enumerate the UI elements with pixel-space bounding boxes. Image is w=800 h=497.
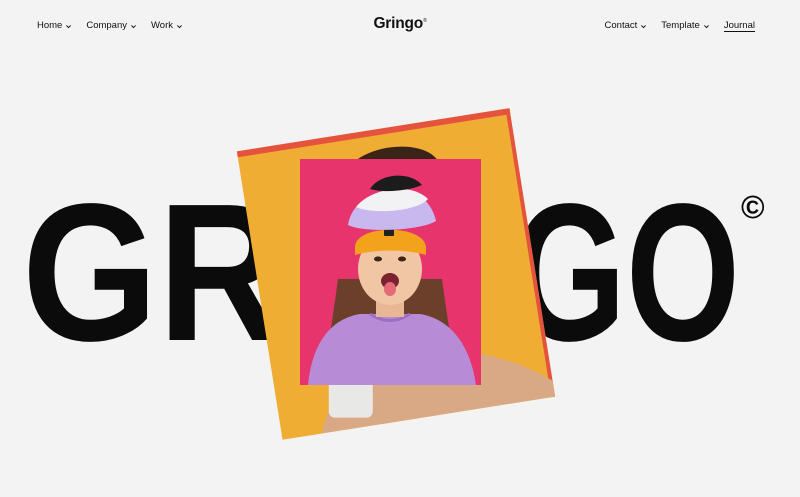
chevron-down-icon [703, 24, 709, 28]
nav-item-template-label: Template [661, 20, 700, 31]
registered-mark: ® [423, 17, 427, 24]
top-navigation: Home Company Work Gringo® Contact Templa… [0, 0, 800, 52]
front-photo-card [300, 159, 481, 385]
front-photo-illustration [308, 175, 476, 385]
nav-item-contact[interactable]: Contact [605, 19, 648, 33]
nav-right-group: Contact Template Journal [605, 19, 755, 33]
nav-item-contact-label: Contact [604, 20, 638, 31]
nav-item-journal-label: Journal [723, 20, 755, 31]
chevron-down-icon [641, 24, 647, 28]
copyright-icon: © [741, 189, 765, 225]
site-logo-text: Gringo [373, 15, 424, 32]
nav-item-template[interactable]: Template [661, 19, 710, 33]
nav-item-journal[interactable]: Journal [723, 20, 755, 32]
